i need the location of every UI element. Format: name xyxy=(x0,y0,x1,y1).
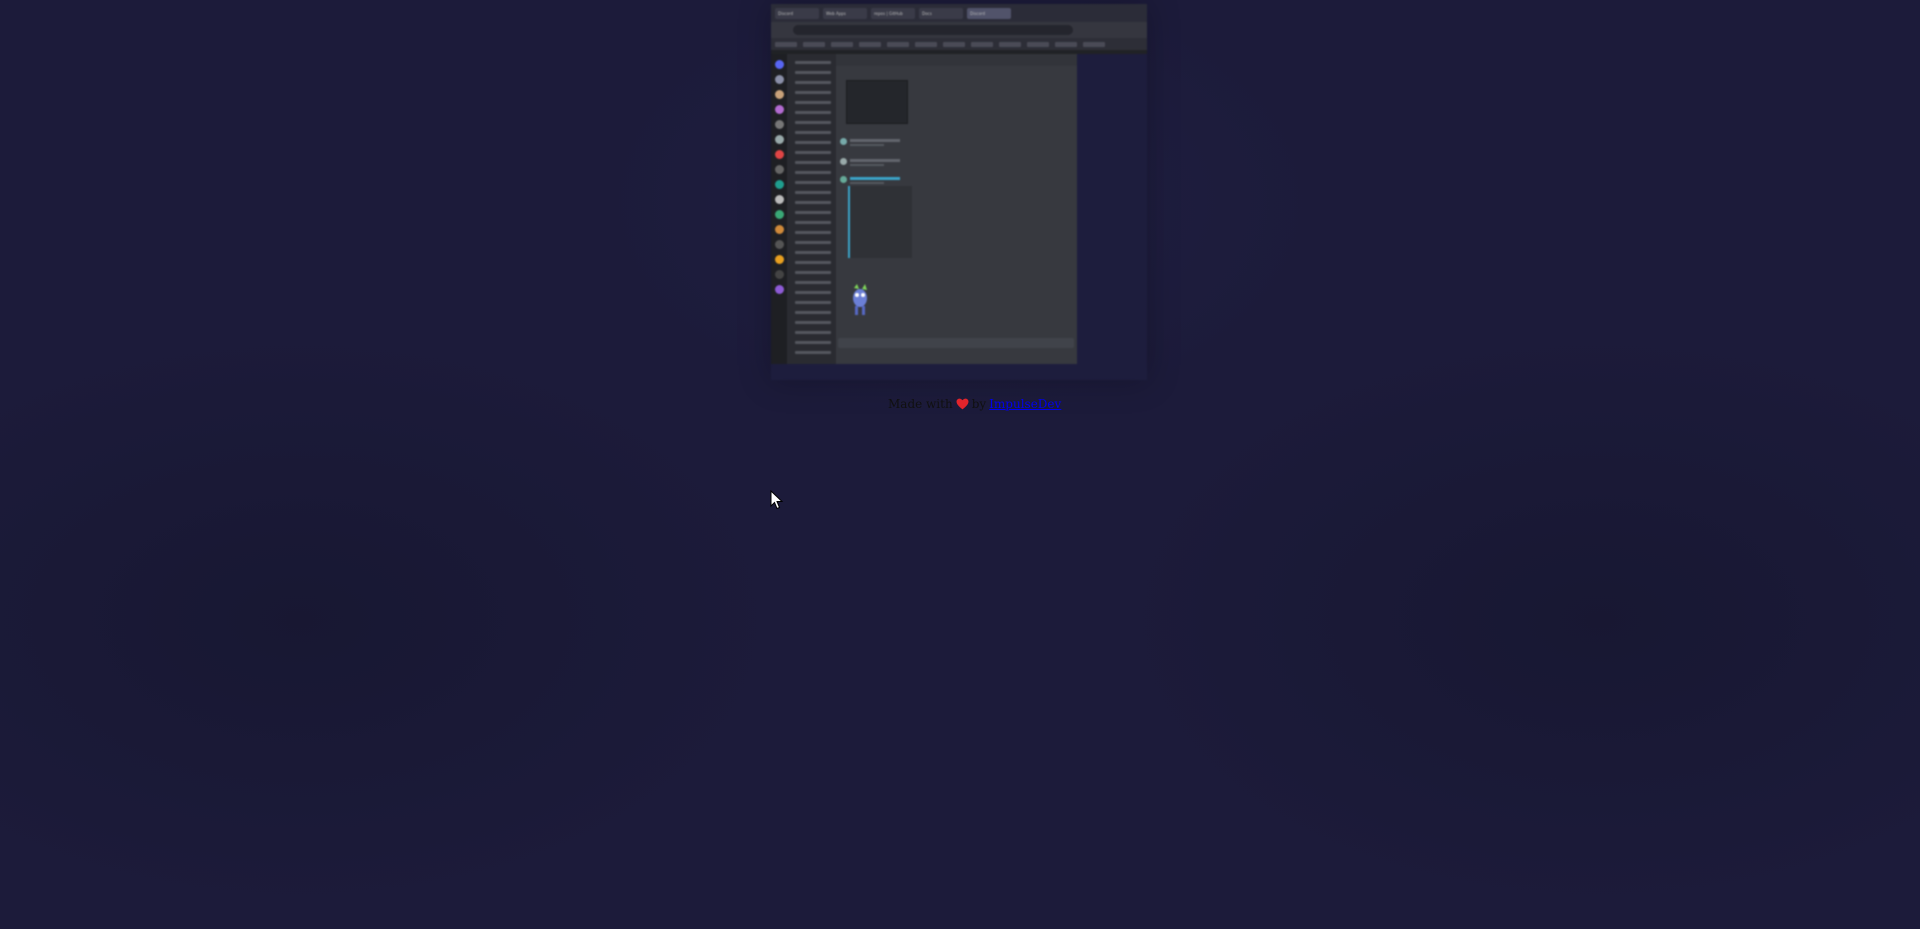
channel-item[interactable] xyxy=(795,141,831,144)
channel-item[interactable] xyxy=(795,231,831,234)
channel-item[interactable] xyxy=(795,341,831,344)
browser-tab-active[interactable]: Discord xyxy=(967,7,1011,19)
channel-item[interactable] xyxy=(795,101,831,104)
channel-item[interactable] xyxy=(795,211,831,214)
channel-list xyxy=(787,54,836,364)
channel-item[interactable] xyxy=(795,271,831,274)
browser-tab[interactable]: repos | GitHub xyxy=(871,7,915,19)
channel-item[interactable] xyxy=(795,121,831,124)
bookmark[interactable] xyxy=(803,41,825,47)
server-icon[interactable] xyxy=(774,240,784,249)
bookmark[interactable] xyxy=(775,41,797,47)
bookmark[interactable] xyxy=(859,41,881,47)
channel-item[interactable] xyxy=(795,321,831,324)
bookmark[interactable] xyxy=(1083,41,1105,47)
channel-item[interactable] xyxy=(795,301,831,304)
channel-item[interactable] xyxy=(795,201,831,204)
bookmarks-bar xyxy=(771,38,1147,50)
channel-item[interactable] xyxy=(795,161,831,164)
channel-item[interactable] xyxy=(795,281,831,284)
bookmark[interactable] xyxy=(1027,41,1049,47)
message-embed xyxy=(848,186,912,258)
chat-message xyxy=(840,176,930,186)
footer-credit: Made with by ImpulseDev xyxy=(888,397,1061,411)
bookmark[interactable] xyxy=(971,41,993,47)
frame-right-area xyxy=(1077,54,1147,380)
channel-item[interactable] xyxy=(795,351,831,354)
bookmark[interactable] xyxy=(943,41,965,47)
server-icon[interactable] xyxy=(774,135,784,144)
channel-item[interactable] xyxy=(795,181,831,184)
channel-item[interactable] xyxy=(795,291,831,294)
bookmark[interactable] xyxy=(887,41,909,47)
heart-icon xyxy=(956,398,969,410)
bookmark[interactable] xyxy=(915,41,937,47)
channel-item[interactable] xyxy=(795,111,831,114)
channel-item[interactable] xyxy=(795,61,831,64)
footer-by: by xyxy=(971,397,987,411)
bookmark[interactable] xyxy=(831,41,853,47)
browser-tab[interactable]: Docs xyxy=(919,7,963,19)
server-icon[interactable] xyxy=(774,285,784,294)
server-list xyxy=(771,54,787,364)
channel-item[interactable] xyxy=(795,261,831,264)
channel-item[interactable] xyxy=(795,81,831,84)
server-icon[interactable] xyxy=(774,180,784,189)
channel-item[interactable] xyxy=(795,221,831,224)
browser-url-bar xyxy=(771,22,1147,38)
sticker-image xyxy=(853,284,867,315)
channel-item[interactable] xyxy=(795,151,831,154)
frame-bottom-area xyxy=(771,364,1077,380)
chat-pane xyxy=(836,54,1077,364)
browser-tab[interactable]: Discord xyxy=(775,7,819,19)
server-icon[interactable] xyxy=(774,75,784,84)
server-icon[interactable] xyxy=(774,225,784,234)
chat-header xyxy=(836,54,1077,66)
channel-item[interactable] xyxy=(795,191,831,194)
bookmark[interactable] xyxy=(999,41,1021,47)
address-field[interactable] xyxy=(793,25,1073,35)
server-icon[interactable] xyxy=(774,165,784,174)
channel-item[interactable] xyxy=(795,331,831,334)
server-icon[interactable] xyxy=(774,195,784,204)
server-icon[interactable] xyxy=(774,105,784,114)
channel-item[interactable] xyxy=(795,71,831,74)
chat-message xyxy=(840,138,930,148)
mouse-pointer-icon xyxy=(770,490,784,510)
footer-prefix: Made with xyxy=(888,397,953,411)
code-block xyxy=(846,80,908,124)
server-icon[interactable] xyxy=(774,210,784,219)
server-icon[interactable] xyxy=(774,270,784,279)
author-link[interactable]: ImpulseDev xyxy=(989,397,1061,411)
server-icon[interactable] xyxy=(774,60,784,69)
server-icon[interactable] xyxy=(774,120,784,129)
browser-tab-bar: Discord Web Apps repos | GitHub Docs Dis… xyxy=(771,4,1147,22)
chat-message xyxy=(840,158,930,168)
bookmark[interactable] xyxy=(1055,41,1077,47)
channel-item[interactable] xyxy=(795,241,831,244)
channel-item[interactable] xyxy=(795,311,831,314)
message-input[interactable] xyxy=(838,338,1074,348)
channel-item[interactable] xyxy=(795,131,831,134)
embedded-screenshot: Discord Web Apps repos | GitHub Docs Dis… xyxy=(771,4,1147,380)
server-icon[interactable] xyxy=(774,255,784,264)
channel-item[interactable] xyxy=(795,171,831,174)
browser-tab[interactable]: Web Apps xyxy=(823,7,867,19)
server-icon[interactable] xyxy=(774,90,784,99)
channel-item[interactable] xyxy=(795,251,831,254)
server-icon[interactable] xyxy=(774,150,784,159)
channel-item[interactable] xyxy=(795,91,831,94)
